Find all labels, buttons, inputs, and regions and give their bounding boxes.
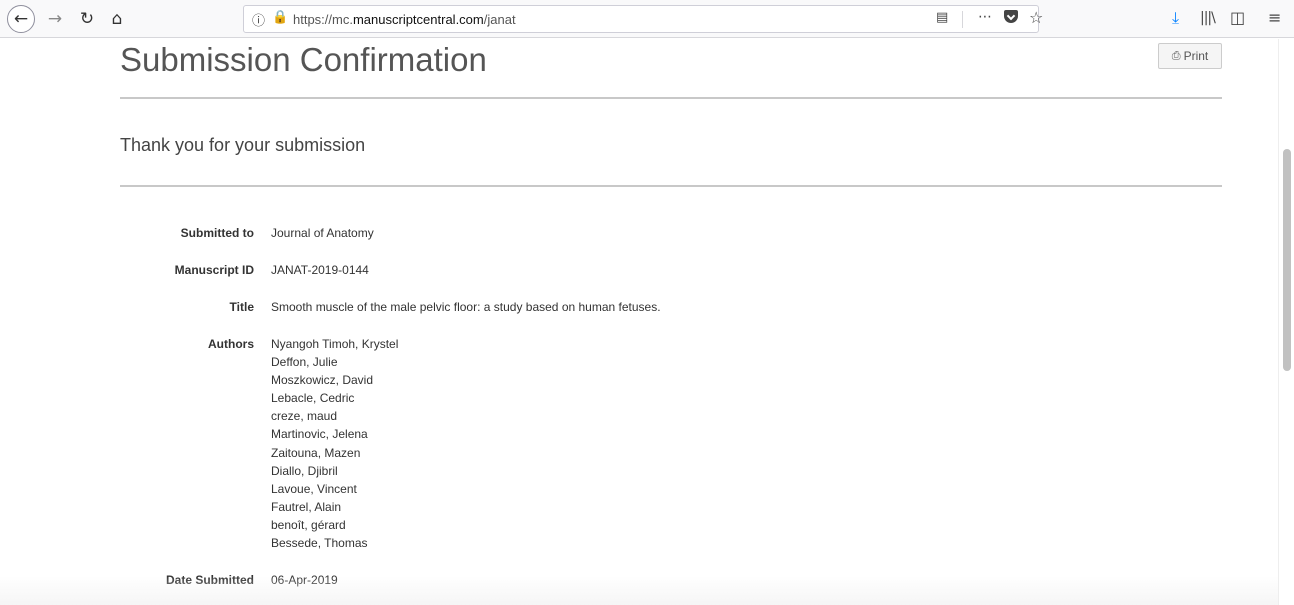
pocket-icon[interactable] <box>1004 10 1018 23</box>
scrollbar[interactable] <box>1278 39 1294 605</box>
detail-label: Manuscript ID <box>174 263 254 277</box>
url-domain: manuscriptcentral.com <box>352 12 484 27</box>
author-item: benoît, gérard <box>271 517 346 532</box>
print-button[interactable]: ⎙ Print <box>1158 43 1222 69</box>
bottom-fade <box>0 576 1294 605</box>
url-separator <box>962 11 963 28</box>
author-item: Fautrel, Alain <box>271 499 342 514</box>
detail-row-authors: Authors Nyangoh Timoh, Krystel Deffon, J… <box>120 335 1222 552</box>
printer-icon: ⎙ <box>1171 49 1181 62</box>
author-item: Martinovic, Jelena <box>271 427 368 442</box>
detail-row-submitted-to: Submitted to Journal of Anatomy <box>120 224 1222 242</box>
forward-arrow-icon[interactable]: → <box>44 6 66 32</box>
back-arrow-icon[interactable]: ← <box>7 5 35 33</box>
author-item: Lebacle, Cedric <box>271 391 355 406</box>
print-label: Print <box>1183 49 1209 63</box>
author-item: Bessede, Thomas <box>271 536 368 551</box>
journal-name: Journal of Anatomy <box>271 226 374 240</box>
info-icon[interactable]: ⓘ <box>252 10 265 29</box>
page-title: Submission Confirmation <box>120 41 487 78</box>
detail-row-manuscript-id: Manuscript ID JANAT-2019-0144 <box>120 261 1222 279</box>
author-item: Deffon, Julie <box>271 355 338 370</box>
url-path: /janat <box>483 12 516 27</box>
detail-label: Submitted to <box>180 226 254 240</box>
authors-list: Nyangoh Timoh, Krystel Deffon, Julie Mos… <box>271 335 398 552</box>
manuscript-id: JANAT-2019-0144 <box>271 263 369 277</box>
thanks-heading: Thank you for your submission <box>120 135 366 155</box>
submission-details: Submitted to Journal of Anatomy Manuscri… <box>120 224 1222 605</box>
bookmark-star-icon[interactable]: ☆ <box>1029 8 1043 27</box>
reload-icon[interactable]: ↻ <box>76 6 98 32</box>
home-icon[interactable]: ⌂ <box>106 6 128 32</box>
divider <box>120 97 1222 99</box>
lock-icon[interactable]: 🔒 <box>272 10 288 25</box>
author-item: Zaitouna, Mazen <box>271 445 361 460</box>
url-prefix: https://mc. <box>293 12 353 27</box>
author-item: creze, maud <box>271 409 338 424</box>
page-content: Submission Confirmation ⎙ Print Thank yo… <box>0 39 1294 605</box>
sidebar-icon[interactable]: ◫ <box>1230 8 1245 27</box>
hamburger-menu-icon[interactable]: ≡ <box>1268 8 1281 27</box>
library-icon[interactable]: |||\ <box>1200 10 1216 26</box>
url-text[interactable]: https://mc.manuscriptcentral.com/janat <box>293 12 516 27</box>
author-item: Moszkowicz, David <box>271 373 374 388</box>
browser-toolbar: ← → ↻ ⌂ ⓘ 🔒 https://mc.manuscriptcentral… <box>0 0 1294 38</box>
divider <box>120 185 1222 187</box>
download-icon[interactable]: ⤓ <box>1172 8 1179 28</box>
reader-view-icon[interactable]: ▤ <box>936 10 948 25</box>
manuscript-title: Smooth muscle of the male pelvic floor: … <box>271 300 661 314</box>
detail-row-title: Title Smooth muscle of the male pelvic f… <box>120 298 1222 316</box>
detail-label: Authors <box>208 337 254 351</box>
page-actions-icon[interactable]: ⋯ <box>978 9 992 25</box>
detail-label: Title <box>229 300 254 314</box>
url-bar[interactable]: ⓘ 🔒 https://mc.manuscriptcentral.com/jan… <box>243 5 1043 33</box>
author-item: Nyangoh Timoh, Krystel <box>271 337 399 351</box>
author-item: Lavoue, Vincent <box>271 481 357 496</box>
scrollbar-thumb[interactable] <box>1283 149 1291 371</box>
author-item: Diallo, Djibril <box>271 463 338 478</box>
